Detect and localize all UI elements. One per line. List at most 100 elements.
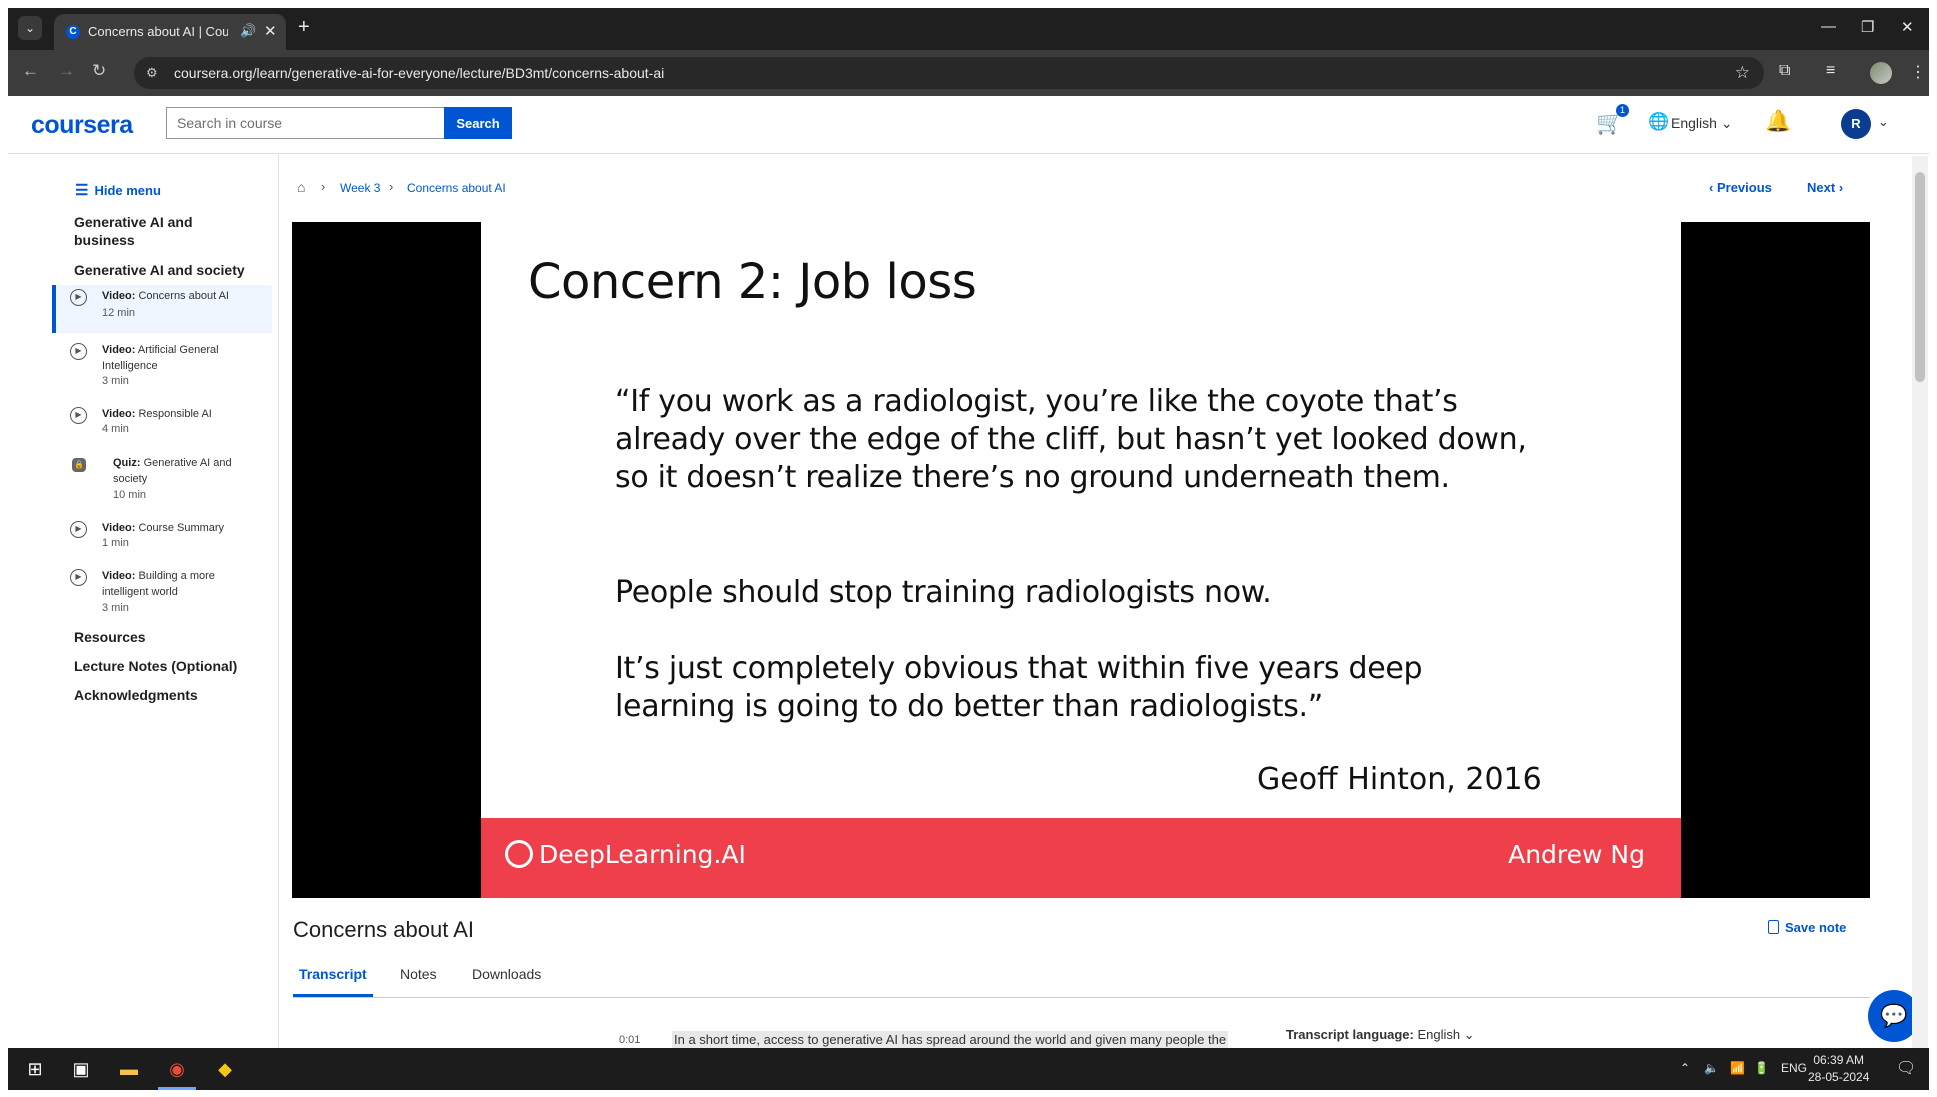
chevron-right-icon: › xyxy=(389,179,394,194)
sidebar-item-intelligent-world[interactable]: ▶ Video: Building a more intelligent wor… xyxy=(52,565,272,617)
clock[interactable]: 06:39 AM 28-05-2024 xyxy=(1808,1052,1869,1086)
transcript-timestamp[interactable]: 0:01 xyxy=(619,1034,640,1046)
play-icon: ▶ xyxy=(70,289,87,306)
chevron-down-icon[interactable]: ⌄ xyxy=(1878,114,1889,130)
reload-icon[interactable]: ↻ xyxy=(92,61,106,81)
forward-icon[interactable]: → xyxy=(58,61,75,81)
bell-icon[interactable]: 🔔 xyxy=(1765,110,1791,134)
new-tab-icon[interactable]: + xyxy=(298,17,310,37)
slide-quote-3: It’s just completely obvious that within… xyxy=(615,651,1423,724)
back-icon[interactable]: ← xyxy=(22,61,39,81)
sidebar-item-agi[interactable]: ▶ Video: Artificial General Intelligence… xyxy=(52,339,272,389)
notification-icon[interactable]: 🗨 xyxy=(1896,1058,1916,1078)
windows-taskbar: ⊞ ▣ ▬ ◉ ◆ ⌃ 🔈 📶 🔋 ENG 06:39 AM 28-05-2024… xyxy=(8,1048,1929,1090)
chevron-down-icon: ⌄ xyxy=(1463,1027,1475,1042)
sidebar-link-resources[interactable]: Resources xyxy=(74,629,146,645)
transcript-language-selector[interactable]: Transcript language: English ⌄ xyxy=(1286,1027,1475,1043)
chrome-icon[interactable]: ◉ xyxy=(164,1057,190,1081)
sidebar-item-responsible-ai[interactable]: ▶ Video: Responsible AI 4 min xyxy=(52,403,272,439)
minimize-icon[interactable]: — xyxy=(1821,18,1836,35)
task-view-icon[interactable]: ▣ xyxy=(68,1057,94,1081)
sidebar-link-acknowledgments[interactable]: Acknowledgments xyxy=(74,687,198,703)
lock-icon: 🔒 xyxy=(72,458,86,472)
sidebar-item-label: Video: Building a more intelligent world xyxy=(102,570,215,598)
star-icon[interactable]: ☆ xyxy=(1735,63,1750,83)
next-button[interactable]: Next › xyxy=(1807,180,1843,195)
sidebar-item-label: Video: Course Summary xyxy=(102,522,225,534)
previous-button[interactable]: ‹ Previous xyxy=(1709,180,1772,195)
chevron-right-icon: › xyxy=(1838,180,1844,195)
lesson-title: Concerns about AI xyxy=(293,917,475,942)
language-selector[interactable]: English ⌄ xyxy=(1671,115,1733,132)
browser-menu-icon[interactable]: ⋮ xyxy=(1910,62,1926,82)
site-header: coursera Search 🛒 1 🌐 English ⌄ 🔔 R ⌄ xyxy=(8,96,1929,154)
site-info-icon[interactable]: ⚙ xyxy=(146,65,162,81)
sidebar-item-label: Quiz: Generative AI and society xyxy=(113,457,232,485)
breadcrumb-week[interactable]: Week 3 xyxy=(340,181,380,195)
clock-date: 28-05-2024 xyxy=(1808,1070,1870,1084)
file-explorer-icon[interactable]: ▬ xyxy=(116,1057,142,1081)
slide-title: Concern 2: Job loss xyxy=(528,254,977,310)
avatar[interactable]: R xyxy=(1841,109,1871,139)
video-player[interactable]: Concern 2: Job loss “If you work as a ra… xyxy=(292,222,1870,898)
tab-notes[interactable]: Notes xyxy=(394,966,443,994)
hamburger-icon: ☰ xyxy=(75,182,89,199)
sidebar-item-label: Video: Concerns about AI xyxy=(102,290,229,302)
hide-menu-label: Hide menu xyxy=(94,183,161,198)
tab-title: Concerns about AI | Course xyxy=(88,24,228,39)
app-icon[interactable]: ◆ xyxy=(212,1057,238,1081)
window-close-icon[interactable]: ✕ xyxy=(1901,18,1914,36)
extensions-icon[interactable]: ⧉ xyxy=(1779,62,1790,80)
tab-search-icon[interactable]: ⌄ xyxy=(18,16,42,40)
slide-attribution: Geoff Hinton, 2016 xyxy=(1257,762,1542,797)
home-icon[interactable]: ⌂ xyxy=(297,179,305,195)
volume-icon[interactable]: 🔈 xyxy=(1704,1061,1719,1075)
sidebar-item-course-summary[interactable]: ▶ Video: Course Summary 1 min xyxy=(52,517,272,553)
sidebar-item-duration: 1 min xyxy=(102,537,129,549)
restore-icon[interactable]: ❐ xyxy=(1861,18,1874,36)
sidebar-item-duration: 3 min xyxy=(102,375,129,387)
url-text[interactable]: coursera.org/learn/generative-ai-for-eve… xyxy=(174,65,664,81)
chevron-left-icon: ‹ xyxy=(1709,180,1714,195)
transcript-line[interactable]: In a short time, access to generative AI… xyxy=(672,1031,1229,1048)
slide-footer: DeepLearning.AI Andrew Ng xyxy=(481,818,1681,898)
slide-author: Andrew Ng xyxy=(1508,840,1645,869)
search-input[interactable] xyxy=(166,107,444,139)
tab-transcript[interactable]: Transcript xyxy=(293,966,373,997)
breadcrumb-current[interactable]: Concerns about AI xyxy=(407,181,506,195)
globe-icon[interactable]: 🌐 xyxy=(1648,112,1669,132)
screen: ⌄ C Concerns about AI | Course 🔊 ✕ + — ❐… xyxy=(0,0,1937,1097)
slide-quote-1: “If you work as a radiologist, you’re li… xyxy=(615,384,1527,495)
battery-icon[interactable]: 🔋 xyxy=(1754,1061,1769,1075)
coursera-favicon-icon: C xyxy=(66,25,80,39)
tab-downloads[interactable]: Downloads xyxy=(466,966,547,994)
speaker-icon[interactable]: 🔊 xyxy=(240,23,256,39)
media-controls-icon[interactable]: ≡ xyxy=(1826,62,1835,80)
page-scrollbar[interactable] xyxy=(1912,156,1928,1048)
hide-menu-button[interactable]: ☰ Hide menu xyxy=(75,181,161,199)
address-bar[interactable]: ⚙ coursera.org/learn/generative-ai-for-e… xyxy=(134,57,1764,89)
sidebar-item-label: Video: Responsible AI xyxy=(102,408,212,420)
search-button[interactable]: Search xyxy=(444,107,512,139)
sidebar-item-duration: 3 min xyxy=(102,602,129,614)
close-tab-icon[interactable]: ✕ xyxy=(264,22,277,40)
lecture-slide: Concern 2: Job loss “If you work as a ra… xyxy=(481,222,1681,898)
profile-icon[interactable] xyxy=(1870,62,1892,84)
sidebar-item-duration: 10 min xyxy=(113,489,147,501)
tray-overflow-icon[interactable]: ⌃ xyxy=(1680,1061,1690,1075)
sidebar-item-label: Video: Artificial General Intelligence xyxy=(102,344,219,372)
windows-icon[interactable]: ⊞ xyxy=(22,1057,48,1081)
chevron-right-icon: › xyxy=(321,179,326,194)
save-note-button[interactable]: Save note xyxy=(1768,920,1846,935)
browser-tab[interactable]: C Concerns about AI | Course 🔊 ✕ xyxy=(54,14,286,50)
sidebar-link-lecture-notes[interactable]: Lecture Notes (Optional) xyxy=(74,658,237,674)
coursera-logo[interactable]: coursera xyxy=(31,111,133,140)
wifi-icon[interactable]: 📶 xyxy=(1730,1061,1745,1075)
scrollbar-thumb[interactable] xyxy=(1915,172,1925,382)
section-generative-ai-society[interactable]: Generative AI and society xyxy=(74,261,254,279)
input-language[interactable]: ENG xyxy=(1781,1061,1807,1075)
sidebar-item-concerns-about-ai[interactable]: ▶ Video: Concerns about AI 12 min xyxy=(52,285,272,333)
section-generative-ai-business[interactable]: Generative AI and business xyxy=(74,213,254,249)
deeplearning-logo-icon xyxy=(505,840,533,868)
sidebar-item-quiz[interactable]: 🔒 Quiz: Generative AI and society 10 min xyxy=(52,452,272,504)
